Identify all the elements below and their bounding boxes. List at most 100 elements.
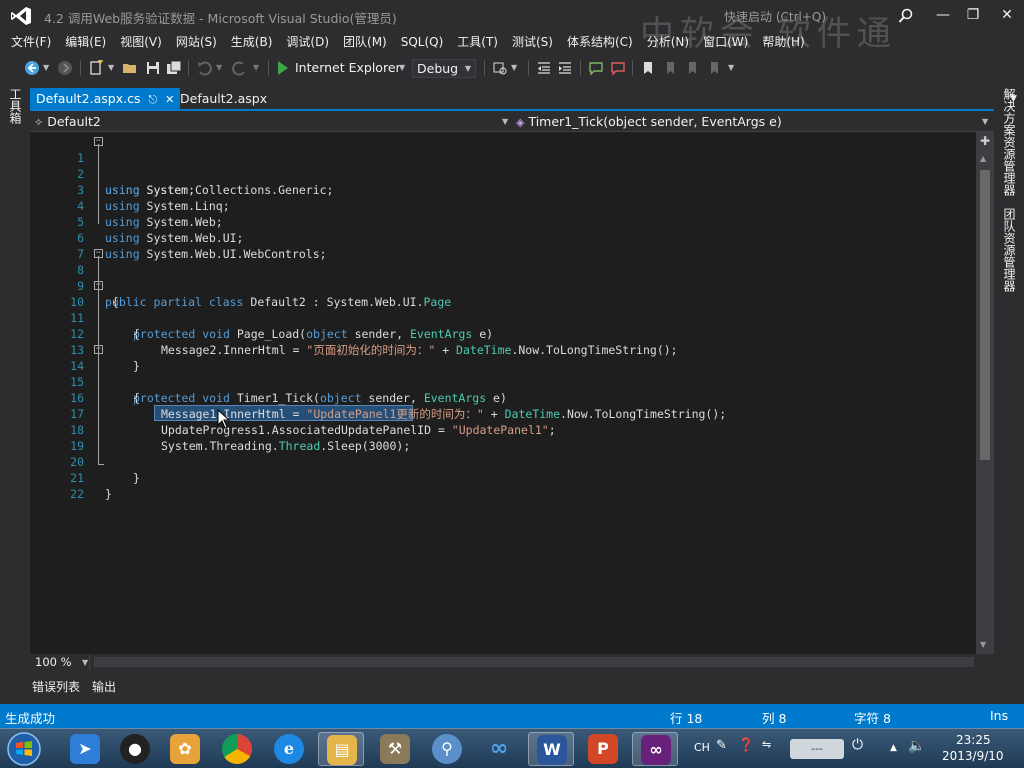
clear-bookmarks-icon[interactable] [706,60,722,76]
minimize-icon[interactable]: — [932,4,954,26]
code-line[interactable]: 14 − protected void Timer1_Tick(object s… [30,342,976,406]
taskbar-app-powerpoint[interactable]: P [580,732,626,766]
code-line[interactable]: 17 UpdateProgress1.AssociatedUpdatePanel… [30,390,976,437]
help-icon[interactable]: ❓ [738,738,754,753]
menu-debug[interactable]: 调试(D) [279,32,336,52]
collapse-icon[interactable]: − [94,345,103,354]
code-line[interactable]: 13 } [30,326,976,373]
solution-explorer-tab[interactable]: 解决方案资源管理器 [1000,88,1018,196]
scrollbar-thumb[interactable] [980,170,990,460]
decrease-indent-icon[interactable] [536,60,552,76]
toolbar-options-icon[interactable]: ▼ [728,63,734,72]
code-line[interactable]: 9 { [30,262,976,309]
clock-time[interactable]: 23:25 [956,733,991,747]
menu-architecture[interactable]: 体系结构(C) [560,32,640,52]
menu-view[interactable]: 视图(V) [113,32,169,52]
taskbar-app-infinity[interactable]: ∞ [476,732,522,766]
code-line[interactable]: 18 System.Threading.Thread.Sleep(3000); [30,406,976,453]
quick-launch-input[interactable]: 快速启动 (Ctrl+Q) [718,6,926,26]
split-handle-icon[interactable]: ✚ [980,134,990,148]
taskbar-app-chrome[interactable] [214,732,260,766]
menu-tools[interactable]: 工具(T) [450,32,505,52]
horizontal-scrollbar[interactable] [94,657,974,667]
new-project-dropdown-icon[interactable]: ▼ [108,63,114,72]
code-line[interactable]: 15 { [30,358,976,405]
start-button-icon[interactable] [4,731,44,767]
solution-configuration-select[interactable]: Debug ▼ [412,59,476,78]
code-line[interactable]: 5 using System.Web.UI; [30,198,976,245]
team-explorer-tab[interactable]: 团队资源管理器 [1000,208,1018,292]
menu-test[interactable]: 测试(S) [505,32,560,52]
tab-error-list[interactable]: 错误列表 [32,678,80,695]
taskbar-app-visual-studio[interactable]: ∞ [632,732,678,766]
code-line[interactable]: 20 } [30,438,976,485]
member-select[interactable]: ◈ Timer1_Tick(object sender, EventArgs e… [516,113,782,131]
scroll-down-icon[interactable]: ▼ [980,640,986,649]
back-icon[interactable] [24,60,40,76]
redo-icon[interactable] [232,60,248,76]
usb-device-icon[interactable]: --- [790,739,844,759]
menu-build[interactable]: 生成(B) [224,32,280,52]
redo-dropdown-icon[interactable]: ▼ [253,63,259,72]
comment-icon[interactable] [588,60,604,76]
forward-icon[interactable] [57,60,73,76]
ime-icon[interactable]: ✎ [716,738,727,753]
save-all-icon[interactable] [166,60,182,76]
increase-indent-icon[interactable] [557,60,573,76]
menu-analyze[interactable]: 分析(N) [640,32,696,52]
code-line[interactable]: 6 using System.Web.UI.WebControls; [30,214,976,261]
tab-default2-aspx-cs[interactable]: Default2.aspx.cs ⎋ ✕ [30,88,181,110]
show-hidden-icons-icon[interactable]: ▲ [890,743,897,753]
taskbar-app-qq[interactable]: ● [112,732,158,766]
previous-bookmark-icon[interactable] [662,60,678,76]
start-debugging-icon[interactable] [278,61,288,75]
clock-date[interactable]: 2013/9/10 [942,749,1004,763]
undo-dropdown-icon[interactable]: ▼ [216,63,222,72]
taskbar-app-game[interactable]: ✿ [162,732,208,766]
new-project-icon[interactable] [88,60,104,76]
tab-default2-aspx[interactable]: Default2.aspx [174,88,273,109]
bookmark-icon[interactable] [640,60,656,76]
run-target-button[interactable]: Internet Explorer [295,60,401,75]
class-select-chevron-icon[interactable]: ▼ [502,117,508,126]
open-file-icon[interactable] [122,60,138,76]
menu-sql[interactable]: SQL(Q) [394,32,451,52]
code-line[interactable]: 1 − using System; [30,134,976,198]
code-line[interactable]: 10 − protected void Page_Load(object sen… [30,278,976,342]
code-line[interactable]: 4 using System.Web; [30,182,976,229]
restore-icon[interactable]: ❐ [962,4,984,26]
run-target-dropdown-icon[interactable]: ▼ [399,63,405,72]
collapse-icon[interactable]: − [94,249,103,258]
close-window-icon[interactable]: ✕ [996,4,1018,26]
tab-overflow-icon[interactable]: ▼ [1010,94,1017,104]
back-dropdown-icon[interactable]: ▼ [43,63,49,72]
class-select[interactable]: ✧ Default2 [34,113,101,131]
menu-help[interactable]: 帮助(H) [755,32,811,52]
undo-icon[interactable] [196,60,212,76]
find-dropdown-icon[interactable]: ▼ [511,63,517,72]
close-tab-icon[interactable]: ✕ [165,89,174,110]
power-plug-icon[interactable]: ⏻ [852,737,863,753]
taskbar-app-ie[interactable]: e [266,732,312,766]
code-line[interactable]: 7 [30,230,976,261]
save-icon[interactable] [145,60,161,76]
scroll-up-icon[interactable]: ▲ [980,154,986,163]
search-icon[interactable] [898,8,914,24]
member-select-chevron-icon[interactable]: ▼ [982,117,988,126]
code-line[interactable]: 2 using System.Collections.Generic; [30,150,976,197]
taskbar-app-word[interactable]: W [528,732,574,766]
code-line[interactable]: 8 − public partial class Default2 : Syst… [30,246,976,310]
menu-file[interactable]: 文件(F) [4,32,58,52]
menu-window[interactable]: 窗口(W) [696,32,755,52]
pin-icon[interactable]: ⎋ [148,89,157,110]
find-in-files-icon[interactable] [492,60,508,76]
taskbar-app-search[interactable]: ⚲ [424,732,470,766]
zoom-chevron-icon[interactable]: ▼ [82,658,88,667]
vertical-scrollbar[interactable]: ✚ ▲ ▼ [976,132,994,654]
code-line[interactable]: 11 { [30,294,976,341]
menu-edit[interactable]: 编辑(E) [58,32,113,52]
code-line[interactable]: 21 } [30,454,976,501]
collapse-icon[interactable]: − [94,281,103,290]
code-line[interactable]: 12 Message2.InnerHtml = "页面初始化的时间为：" + D… [30,310,976,357]
code-editor[interactable]: 1 − using System; 2 using System.Collect… [30,132,976,654]
